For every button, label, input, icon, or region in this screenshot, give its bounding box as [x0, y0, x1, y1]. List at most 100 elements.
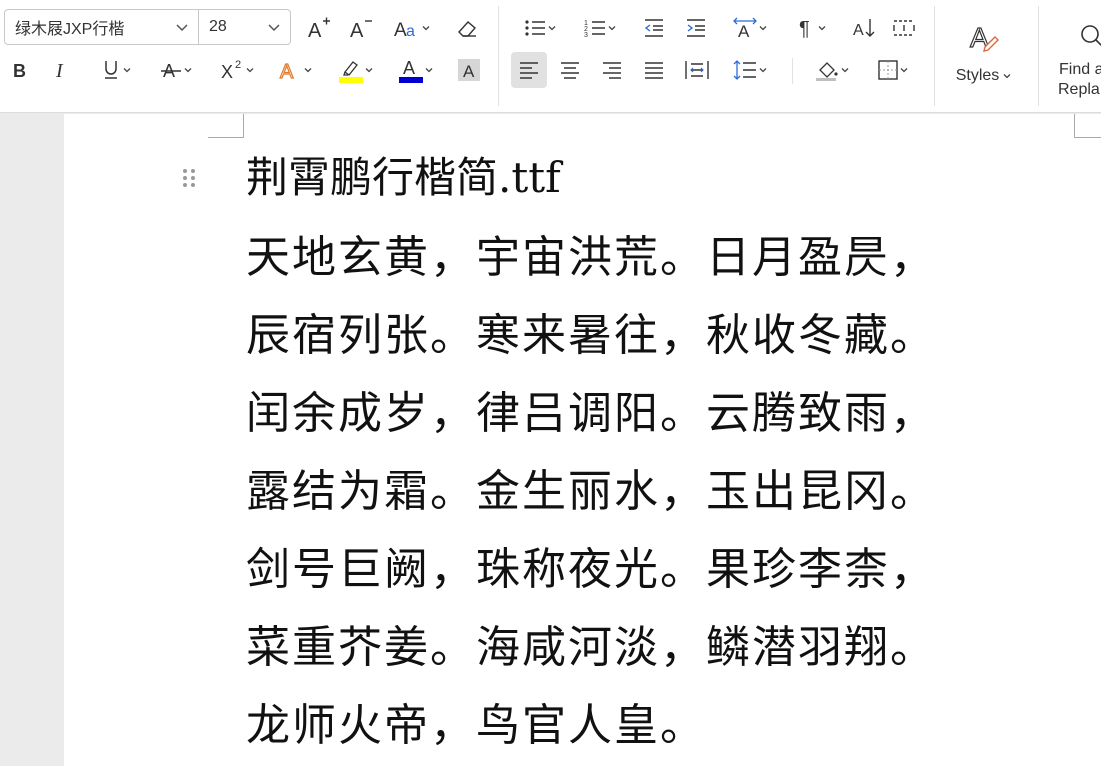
chevron-down-icon — [425, 68, 433, 73]
svg-text:A: A — [853, 22, 864, 39]
font-name-combo[interactable]: 绿木屐JXP行楷 — [4, 9, 199, 45]
find-replace-button[interactable]: Find a Repla — [1050, 4, 1101, 104]
chevron-down-icon — [422, 26, 430, 31]
document-text-line[interactable]: 露结为霜。金生丽水，玉出昆冈。 — [246, 466, 936, 518]
line-spacing-button[interactable] — [726, 54, 774, 86]
document-title-text[interactable]: 荆霄鹏行楷简.ttf — [246, 150, 561, 206]
ribbon-separator — [934, 6, 935, 106]
align-center-icon — [561, 62, 579, 79]
highlight-color-button[interactable] — [332, 54, 380, 86]
eraser-icon — [458, 21, 476, 37]
decrease-indent-button[interactable] — [640, 12, 668, 44]
shrink-font-icon: A — [350, 20, 372, 41]
borders-icon — [878, 60, 898, 80]
paint-bucket-icon — [816, 62, 838, 81]
chevron-down-icon — [608, 26, 616, 31]
distributed-button[interactable] — [682, 54, 712, 86]
bullet-list-icon — [525, 20, 545, 36]
numbering-button[interactable]: 123 — [576, 12, 624, 44]
numbered-list-icon: 123 — [584, 20, 605, 39]
svg-text:X: X — [221, 62, 233, 82]
superscript-icon: X2 — [221, 59, 241, 82]
text-direction-button[interactable]: A — [726, 12, 774, 44]
align-right-icon — [603, 62, 621, 79]
italic-icon: I — [55, 60, 64, 81]
grow-font-icon: A — [308, 17, 330, 41]
chevron-down-icon — [176, 24, 188, 32]
change-case-button[interactable]: Aa — [388, 12, 436, 44]
styles-label: Styles — [955, 67, 1000, 84]
crop-mark-right — [1074, 114, 1101, 138]
svg-text:a: a — [406, 23, 415, 40]
text-direction-icon: A — [733, 17, 757, 40]
font-name-value: 绿木屐JXP行楷 — [15, 21, 125, 38]
sort-button[interactable]: A — [850, 12, 878, 44]
grow-font-button[interactable]: A — [304, 12, 334, 44]
font-color-icon: A — [399, 58, 423, 83]
justify-button[interactable] — [640, 54, 668, 86]
columns-icon — [893, 20, 915, 36]
columns-button[interactable] — [890, 12, 918, 44]
svg-text:B: B — [13, 61, 26, 81]
document-text-line[interactable]: 辰宿列张。寒来暑往，秋收冬藏。 — [246, 310, 936, 362]
pilcrow-icon: ¶ — [799, 18, 810, 40]
drag-handle-icon[interactable] — [182, 168, 196, 188]
distributed-icon — [685, 61, 709, 79]
underline-button[interactable] — [94, 54, 138, 86]
crop-mark-left — [208, 114, 244, 138]
text-effects-icon: A — [279, 60, 294, 82]
svg-text:A: A — [738, 22, 750, 40]
ribbon-toolbar: 绿木屐JXP行楷 28 A A Aa B I A X2 A A A 1 2 3 … — [0, 0, 1101, 113]
chevron-down-icon — [365, 68, 373, 73]
chevron-down-icon — [759, 26, 767, 31]
align-left-icon — [520, 62, 538, 79]
bullets-button[interactable] — [516, 12, 564, 44]
chevron-down-icon — [184, 68, 192, 73]
decrease-indent-icon — [644, 19, 663, 37]
italic-button[interactable]: I — [48, 54, 76, 86]
align-center-button[interactable] — [556, 54, 584, 86]
shrink-font-button[interactable]: A — [346, 12, 376, 44]
chevron-down-icon — [900, 68, 908, 73]
character-shading-icon: A — [458, 59, 480, 81]
svg-text:A: A — [463, 62, 475, 81]
character-shading-button[interactable]: A — [454, 54, 484, 86]
bold-button[interactable]: B — [6, 54, 34, 86]
sort-icon: A — [853, 19, 875, 39]
shading-button[interactable] — [808, 54, 856, 86]
clear-formatting-button[interactable] — [452, 12, 482, 44]
chevron-down-icon — [268, 24, 280, 32]
chevron-down-icon — [123, 68, 131, 73]
find-label: Find a — [1059, 60, 1101, 78]
ribbon-separator — [1038, 6, 1039, 106]
chevron-down-icon — [818, 26, 826, 31]
strikethrough-icon: A — [161, 61, 181, 81]
borders-button[interactable] — [870, 54, 916, 86]
underline-icon — [105, 61, 117, 79]
font-color-button[interactable]: A — [392, 54, 440, 86]
chevron-down-icon — [759, 68, 767, 73]
search-icon — [1081, 24, 1101, 46]
document-text-line[interactable]: 闰余成岁，律吕调阳。云腾致雨， — [246, 388, 936, 440]
chevron-down-icon — [1003, 74, 1011, 79]
document-text-line[interactable]: 剑号巨阙，珠称夜光。果珍李柰， — [246, 544, 936, 596]
ribbon-separator — [498, 6, 499, 106]
show-marks-button[interactable]: ¶ — [790, 12, 834, 44]
document-text-line[interactable]: 菜重芥姜。海咸河淡，鳞潜羽翔。 — [246, 622, 936, 674]
chevron-down-icon — [548, 26, 556, 31]
font-size-combo[interactable]: 28 — [198, 9, 291, 45]
document-text-line[interactable]: 龙师火帝，鸟官人皇。 — [246, 700, 706, 752]
svg-text:3: 3 — [584, 32, 588, 39]
chevron-down-icon — [246, 68, 254, 73]
ribbon-separator — [792, 58, 793, 84]
text-effects-button[interactable]: A — [272, 54, 318, 86]
superscript-button[interactable]: X2 — [214, 54, 260, 86]
change-case-icon: Aa — [394, 20, 415, 41]
document-text-line[interactable]: 天地玄黄，宇宙洪荒。日月盈昃， — [246, 232, 936, 284]
align-left-button[interactable] — [511, 52, 547, 88]
styles-button[interactable]: A Styles — [944, 4, 1024, 100]
increase-indent-button[interactable] — [682, 12, 710, 44]
svg-text:2: 2 — [235, 59, 241, 71]
align-right-button[interactable] — [598, 54, 626, 86]
strikethrough-button[interactable]: A — [154, 54, 198, 86]
